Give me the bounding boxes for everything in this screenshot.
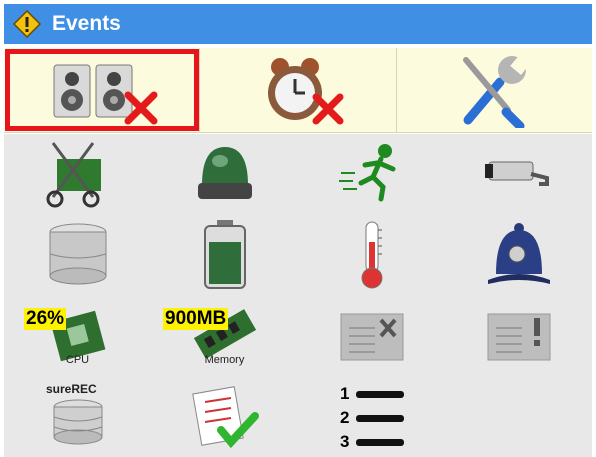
svg-text:2: 2 [340, 408, 349, 427]
surerec-label: sureREC [46, 382, 97, 397]
checklist-event[interactable] [151, 376, 298, 457]
warning-icon [12, 9, 42, 39]
alarm-clock-disabled-button[interactable] [200, 48, 397, 132]
memory-usage-value: 900MB [163, 307, 229, 330]
panel-cross-icon [340, 313, 403, 361]
list-event[interactable]: 1 2 3 [298, 376, 445, 457]
alarm-light-icon [197, 147, 252, 200]
checklist-icon [191, 385, 259, 448]
surerec-event[interactable]: sureREC [4, 376, 151, 457]
settings-button[interactable] [397, 48, 592, 132]
cpu-label: CPU [65, 353, 90, 366]
database-icon [49, 223, 106, 285]
camera-event[interactable] [445, 134, 592, 215]
events-grid: 26% CPU 900MB Memory sureREC 1 2 3 [4, 134, 592, 457]
police-helmet-icon [487, 223, 550, 285]
security-camera-icon [484, 161, 549, 187]
thermometer-icon [361, 221, 382, 289]
speakers-disabled-button[interactable] [4, 48, 201, 132]
tools-icon [463, 56, 529, 128]
panel-exclamation-icon [487, 313, 550, 361]
temperature-event[interactable] [298, 215, 445, 296]
warning-panel-event[interactable] [445, 296, 592, 377]
police-event[interactable] [445, 215, 592, 296]
video-cut-event[interactable] [4, 134, 151, 215]
events-window: Events 26% CPU 900MB Memory sureREC 1 2 … [0, 0, 596, 457]
window-title: Events [52, 12, 121, 35]
memory-event[interactable]: 900MB Memory [151, 296, 298, 377]
title-bar: Events [4, 4, 592, 44]
svg-text:1: 1 [340, 384, 349, 403]
memory-label: Memory [204, 353, 245, 366]
motion-detection-event[interactable] [298, 134, 445, 215]
battery-icon [203, 220, 246, 290]
cpu-event[interactable]: 26% CPU [4, 296, 151, 377]
scissors-icon [46, 142, 101, 208]
disabled-event[interactable] [298, 296, 445, 377]
numbered-list-icon: 1 2 3 [340, 384, 404, 451]
toolbar [4, 48, 592, 133]
alarm-light-event[interactable] [151, 134, 298, 215]
speakers-cross-icon [53, 64, 158, 125]
cpu-usage-value: 26% [24, 307, 67, 330]
running-man-icon [338, 144, 395, 202]
alarm-clock-cross-icon [267, 58, 344, 125]
storage-event[interactable] [4, 215, 151, 296]
battery-event[interactable] [151, 215, 298, 296]
empty-cell [445, 376, 592, 457]
svg-text:3: 3 [340, 432, 349, 451]
